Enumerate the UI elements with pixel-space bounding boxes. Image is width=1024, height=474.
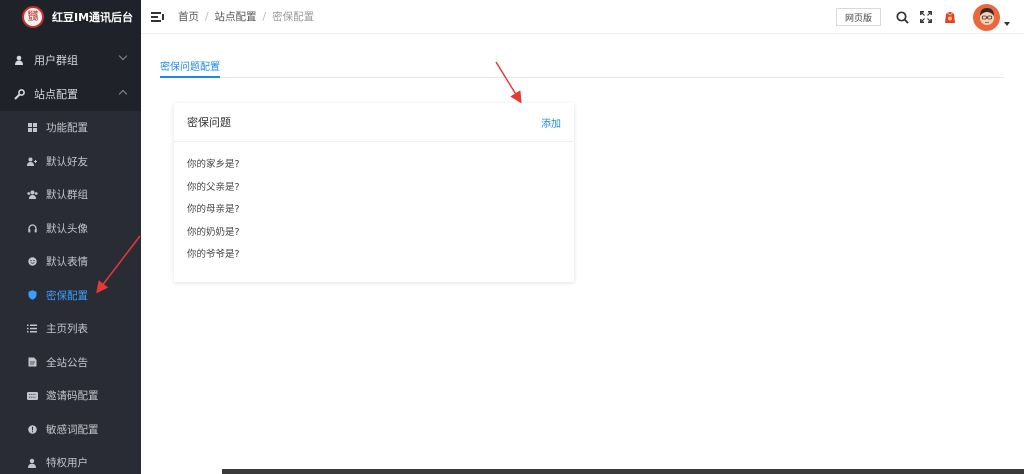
- card-title: 密保问题: [187, 116, 231, 129]
- app-title: 红豆IM通讯后台: [52, 11, 134, 24]
- card-header: 密保问题 添加: [174, 103, 574, 142]
- chevron-down-icon: [118, 51, 128, 61]
- sidebar-nav: 用户群组 站点配置 功能配置 默认好友 默认群组 默认头像 默认表情 密保配置 …: [0, 34, 141, 474]
- sidebar-item-label: 默认群组: [46, 189, 88, 202]
- sidebar-item-default-friends[interactable]: 默认好友: [0, 145, 141, 179]
- search-icon[interactable]: [895, 10, 909, 24]
- sidebar-item-label: 敏感词配置: [46, 423, 99, 436]
- sidebar-item-vip-users[interactable]: 特权用户: [0, 446, 141, 474]
- group-icon: [26, 190, 38, 200]
- sidebar-item-security-config[interactable]: 密保配置: [0, 279, 141, 313]
- sidebar-item-label: 邀请码配置: [46, 390, 99, 403]
- main-content: 密保问题配置 密保问题 添加 你的家乡是? 你的父亲是? 你的母亲是? 你的奶奶…: [141, 34, 1024, 474]
- smile-icon: [26, 257, 38, 266]
- breadcrumb: 首页 / 站点配置 / 密保配置: [178, 9, 314, 24]
- question-item[interactable]: 你的父亲是?: [187, 175, 561, 198]
- sidebar-item-label: 默认表情: [46, 256, 88, 269]
- avatar[interactable]: [973, 3, 1000, 31]
- user-icon: [12, 55, 26, 65]
- header-actions: 网页版: [835, 0, 1024, 34]
- add-question-button[interactable]: 添加: [541, 115, 561, 130]
- question-list: 你的家乡是? 你的父亲是? 你的母亲是? 你的奶奶是? 你的爷爷是?: [174, 142, 574, 265]
- breadcrumb-current: 密保配置: [272, 11, 315, 23]
- sidebar-item-sensitive-words[interactable]: 敏感词配置: [0, 413, 141, 447]
- sidebar-item-label: 功能配置: [46, 122, 88, 135]
- sidebar-item-label: 默认头像: [46, 222, 88, 235]
- chevron-down-icon[interactable]: [1004, 22, 1010, 26]
- sidebar-item-label: 全站公告: [46, 356, 88, 369]
- sidebar-item-default-groups[interactable]: 默认群组: [0, 178, 141, 212]
- sidebar-item-label: 特权用户: [46, 457, 88, 470]
- top-header: 首页 / 站点配置 / 密保配置 网页版: [141, 0, 1024, 34]
- sidebar-item-site-notice[interactable]: 全站公告: [0, 346, 141, 380]
- keyboard-icon: [26, 391, 38, 400]
- red-packet-icon[interactable]: [943, 10, 957, 24]
- sidebar-item-invite-code[interactable]: 邀请码配置: [0, 379, 141, 413]
- notice-icon: [26, 357, 38, 367]
- shield-icon: [26, 290, 38, 300]
- web-version-button[interactable]: 网页版: [835, 8, 881, 26]
- question-item[interactable]: 你的爷爷是?: [187, 242, 561, 265]
- chevron-up-icon: [118, 89, 128, 99]
- breadcrumb-separator: /: [205, 10, 209, 23]
- breadcrumb-site-config[interactable]: 站点配置: [215, 9, 257, 24]
- user-add-icon: [26, 157, 38, 166]
- sidebar-item-home-list[interactable]: 主页列表: [0, 312, 141, 346]
- sidebar-item-default-avatar[interactable]: 默认头像: [0, 212, 141, 246]
- logo-line-2: 互助: [27, 16, 38, 22]
- grid-icon: [26, 123, 38, 133]
- logo-badge: 科技 互助: [22, 6, 44, 28]
- sidebar-item-feature-config[interactable]: 功能配置: [0, 111, 141, 145]
- sidebar-group-label: 用户群组: [34, 54, 78, 67]
- question-item[interactable]: 你的奶奶是?: [187, 220, 561, 243]
- sidebar-group-label: 站点配置: [34, 88, 78, 101]
- breadcrumb-separator: /: [262, 10, 267, 23]
- wrench-icon: [12, 88, 26, 100]
- tab-security-questions[interactable]: 密保问题配置: [160, 58, 220, 78]
- tab-bar: 密保问题配置: [160, 58, 1004, 78]
- sidebar: 科技 互助 红豆IM通讯后台 用户群组 站点配置 功能配置 默认好友 默认群组 …: [0, 0, 141, 474]
- bottom-scrollbar[interactable]: [222, 469, 1024, 474]
- menu-toggle-icon[interactable]: [151, 11, 165, 22]
- fullscreen-icon[interactable]: [919, 10, 933, 24]
- sidebar-item-default-emoji[interactable]: 默认表情: [0, 245, 141, 279]
- vip-icon: [26, 458, 38, 468]
- sidebar-group-site-config[interactable]: 站点配置: [0, 77, 141, 111]
- app-logo[interactable]: 科技 互助 红豆IM通讯后台: [0, 0, 141, 34]
- sidebar-group-users[interactable]: 用户群组: [0, 43, 141, 77]
- list-icon: [26, 324, 38, 333]
- sidebar-item-label: 默认好友: [46, 155, 88, 168]
- sidebar-item-label: 主页列表: [46, 323, 88, 336]
- question-item[interactable]: 你的母亲是?: [187, 197, 561, 220]
- question-item[interactable]: 你的家乡是?: [187, 152, 561, 175]
- sidebar-submenu: 功能配置 默认好友 默认群组 默认头像 默认表情 密保配置 主页列表 全站公告 …: [0, 111, 141, 474]
- breadcrumb-home[interactable]: 首页: [178, 9, 199, 24]
- sidebar-item-label: 密保配置: [46, 289, 88, 302]
- alert-icon: [26, 424, 38, 434]
- headset-icon: [26, 224, 38, 233]
- security-questions-card: 密保问题 添加 你的家乡是? 你的父亲是? 你的母亲是? 你的奶奶是? 你的爷爷…: [174, 103, 574, 282]
